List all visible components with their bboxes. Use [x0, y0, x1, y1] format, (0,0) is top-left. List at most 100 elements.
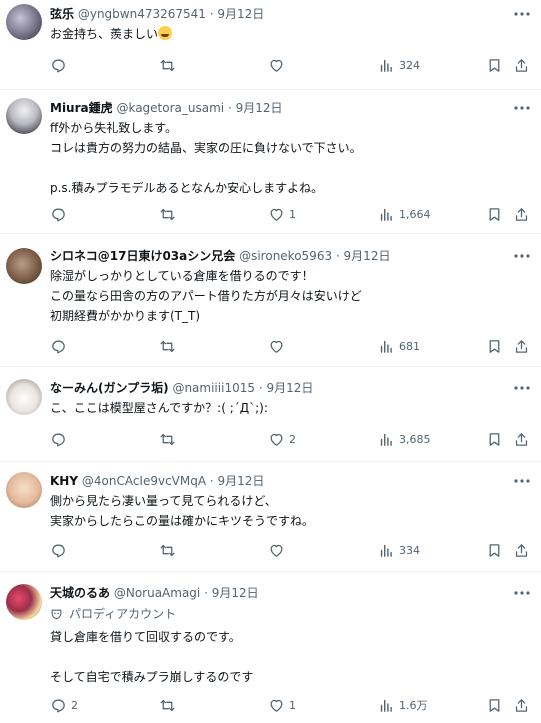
tweet-line: ff外から失礼致します。: [50, 121, 178, 135]
author-handle[interactable]: @NoruaAmagi: [114, 586, 200, 600]
parody-badge: パロディアカウント: [50, 606, 176, 622]
avatar[interactable]: [6, 472, 42, 508]
bookmark-button[interactable]: [486, 336, 503, 356]
like-count: 1: [289, 698, 296, 712]
tweet-date[interactable]: · 9月12日: [336, 249, 391, 263]
more-options-icon[interactable]: [511, 473, 533, 489]
tweet-header: Miura鍾虎 @kagetora_usami · 9月12日: [50, 100, 501, 116]
views-button[interactable]: 3,685: [378, 429, 431, 449]
tweet[interactable]: 天城のるあ @NoruaAmagi · 9月12日 パロディアカウント 貸し倉庫…: [0, 572, 541, 723]
avatar[interactable]: [6, 379, 42, 415]
share-button[interactable]: [513, 204, 530, 224]
tweet[interactable]: Miura鍾虎 @kagetora_usami · 9月12日 ff外から失礼致…: [0, 90, 541, 234]
heart-icon: [270, 433, 283, 446]
tweet[interactable]: KHY @4onCAcIe9vcVMqA · 9月12日 側から見たら凄い量って…: [0, 462, 541, 572]
retweet-button[interactable]: [159, 540, 180, 560]
retweet-button[interactable]: [159, 204, 180, 224]
tweet-line: 実家からしたらこの量は確かにキツそうですね。: [50, 514, 315, 528]
avatar[interactable]: [6, 584, 42, 620]
bookmark-button[interactable]: [486, 540, 503, 560]
tweet[interactable]: シロネコ@17日東け03aシン兄会 @sironeko5963 · 9月12日 …: [0, 234, 541, 367]
tweet-text: 側から見たら凄い量って見てられるけど、 実家からしたらこの量は確かにキツそうです…: [50, 491, 531, 531]
views-chart-icon: [380, 59, 392, 72]
author-handle[interactable]: @kagetora_usami: [116, 101, 224, 115]
reply-icon: [52, 208, 65, 222]
action-bar: 1 1,664: [50, 204, 533, 224]
tweet[interactable]: 弦乐 @yngbwn473267541 · 9月12日 お金持ち、羨ましい 32…: [0, 0, 541, 90]
views-chart-icon: [380, 208, 392, 221]
retweet-button[interactable]: [159, 55, 180, 75]
views-button[interactable]: 1,664: [378, 204, 431, 224]
share-icon: [515, 432, 528, 446]
action-bar: 681: [50, 336, 533, 356]
more-options-icon[interactable]: [511, 100, 533, 116]
bookmark-icon: [489, 543, 500, 557]
heart-icon: [270, 208, 283, 221]
avatar[interactable]: [6, 4, 42, 40]
bookmark-button[interactable]: [486, 429, 503, 449]
author-name[interactable]: KHY: [50, 474, 78, 488]
like-button[interactable]: [268, 336, 289, 356]
author-handle[interactable]: @yngbwn473267541: [78, 7, 206, 21]
more-options-icon[interactable]: [511, 380, 533, 396]
heart-icon: [270, 340, 283, 353]
reply-button[interactable]: [50, 55, 71, 75]
share-button[interactable]: [513, 55, 530, 75]
retweet-button[interactable]: [159, 429, 180, 449]
tweet-date[interactable]: · 9月12日: [204, 586, 259, 600]
bookmark-icon: [489, 339, 500, 353]
like-button[interactable]: 1: [268, 204, 296, 224]
share-button[interactable]: [513, 336, 530, 356]
tweet-text: ff外から失礼致します。 コレは貴方の努力の結晶、実家の圧に負けないで下さい。 …: [50, 118, 531, 198]
tweet-date[interactable]: · 9月12日: [228, 101, 283, 115]
share-button[interactable]: [513, 429, 530, 449]
share-button[interactable]: [513, 695, 530, 715]
more-options-icon[interactable]: [511, 585, 533, 601]
retweet-button[interactable]: [159, 695, 180, 715]
more-options-icon[interactable]: [511, 6, 533, 22]
reply-button[interactable]: [50, 204, 71, 224]
tweet-date[interactable]: · 9月12日: [210, 7, 265, 21]
heart-icon: [270, 699, 283, 712]
like-button[interactable]: 1: [268, 695, 296, 715]
face-with-tears-of-joy-icon: [158, 26, 173, 40]
tweet-line: [50, 158, 531, 178]
avatar[interactable]: [6, 248, 42, 284]
reply-button[interactable]: [50, 336, 71, 356]
retweet-button[interactable]: [159, 336, 180, 356]
action-bar: 2 3,685: [50, 429, 533, 449]
bookmark-button[interactable]: [486, 55, 503, 75]
reply-button[interactable]: [50, 429, 71, 449]
share-button[interactable]: [513, 540, 530, 560]
retweet-icon: [160, 699, 175, 711]
author-name[interactable]: Miura鍾虎: [50, 101, 113, 115]
views-button[interactable]: 324: [378, 55, 420, 75]
author-handle[interactable]: @namiiii1015: [172, 381, 255, 395]
more-options-icon[interactable]: [511, 248, 533, 264]
views-button[interactable]: 1.6万: [378, 695, 428, 715]
tweet[interactable]: なーみん(ガンプラ垢) @namiiii1015 · 9月12日 こ、ここは模型…: [0, 367, 541, 462]
views-button[interactable]: 681: [378, 336, 420, 356]
bookmark-button[interactable]: [486, 204, 503, 224]
tweet-date[interactable]: · 9月12日: [210, 474, 265, 488]
reply-button[interactable]: [50, 540, 71, 560]
views-button[interactable]: 334: [378, 540, 420, 560]
author-name[interactable]: なーみん(ガンプラ垢): [50, 381, 169, 395]
reply-button[interactable]: 2: [50, 695, 78, 715]
reply-icon: [52, 544, 65, 558]
like-button[interactable]: [268, 540, 289, 560]
author-name[interactable]: シロネコ@17日東け03aシン兄会: [50, 249, 235, 263]
author-handle[interactable]: @4onCAcIe9vcVMqA: [82, 474, 206, 488]
tweet-header: なーみん(ガンプラ垢) @namiiii1015 · 9月12日: [50, 380, 501, 396]
like-button[interactable]: [268, 55, 289, 75]
avatar[interactable]: [6, 98, 42, 134]
tweet-line: この量なら田舎の方のアパート借りた方が月々は安いけど: [50, 289, 362, 303]
reply-icon: [52, 59, 65, 73]
bookmark-button[interactable]: [486, 695, 503, 715]
tweet-date[interactable]: · 9月12日: [259, 381, 314, 395]
author-handle[interactable]: @sironeko5963: [239, 249, 332, 263]
author-name[interactable]: 弦乐: [50, 7, 74, 21]
bookmark-icon: [489, 432, 500, 446]
author-name[interactable]: 天城のるあ: [50, 586, 110, 600]
like-button[interactable]: 2: [268, 429, 296, 449]
